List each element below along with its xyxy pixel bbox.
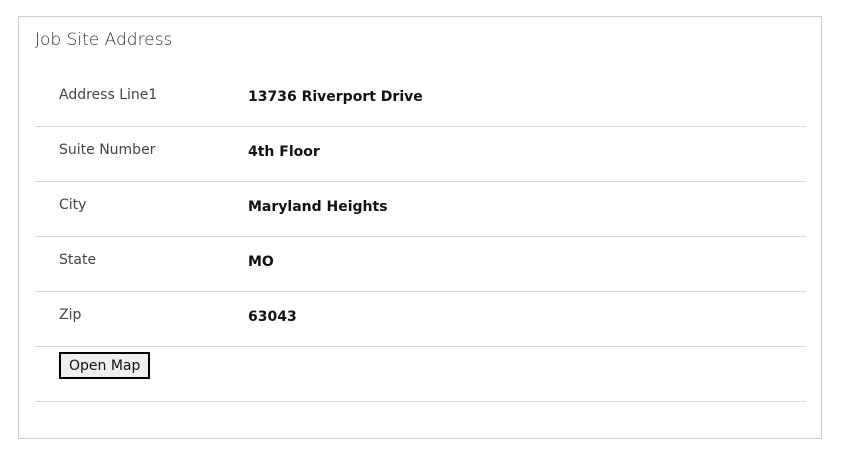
- field-row-state: State MO: [35, 237, 806, 292]
- field-label: State: [59, 252, 97, 268]
- address-fields: Address Line1 13736 Riverport Drive Suite…: [35, 72, 806, 402]
- field-label: Address Line1: [59, 87, 158, 103]
- field-row-address-line1: Address Line1 13736 Riverport Drive: [35, 72, 806, 127]
- field-row-suite-number: Suite Number 4th Floor: [35, 127, 806, 182]
- field-row-zip: Zip 63043: [35, 292, 806, 347]
- field-value: 13736 Riverport Drive: [248, 89, 423, 105]
- actions-row: Open Map: [35, 347, 806, 402]
- section-title: Job Site Address: [35, 30, 173, 50]
- field-value: 4th Floor: [248, 144, 320, 160]
- field-value: Maryland Heights: [248, 199, 388, 215]
- field-label: Zip: [59, 307, 82, 323]
- field-row-city: City Maryland Heights: [35, 182, 806, 237]
- field-label: City: [59, 197, 87, 213]
- field-value: 63043: [248, 309, 297, 325]
- field-value: MO: [248, 254, 274, 270]
- field-label: Suite Number: [59, 142, 156, 158]
- open-map-button[interactable]: Open Map: [59, 352, 151, 379]
- job-site-address-panel: Job Site Address Address Line1 13736 Rive…: [18, 16, 822, 439]
